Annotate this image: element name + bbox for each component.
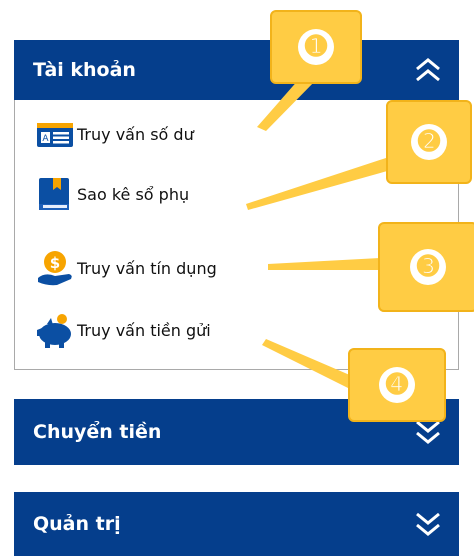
menu-item-balance-inquiry[interactable]: A Truy vấn số dư — [35, 114, 194, 154]
callout-number: ➍ — [379, 367, 415, 403]
callout-number: ➌ — [410, 249, 446, 285]
id-card-icon: A — [37, 123, 73, 147]
coin-hand-icon: $ — [38, 251, 72, 286]
transfer-section-title: Chuyển tiền — [33, 421, 162, 443]
callout-badge-4: ➍ — [348, 348, 446, 422]
account-section-title: Tài khoản — [33, 59, 136, 81]
callout-number: ➋ — [411, 124, 447, 160]
callout-badge-3: ➌ — [378, 222, 474, 312]
account-section-header[interactable]: Tài khoản — [14, 40, 459, 100]
book-icon — [39, 178, 69, 210]
menu-item-sub-ledger-statement[interactable]: Sao kê sổ phụ — [35, 174, 189, 214]
menu-item-label: Truy vấn tiền gửi — [77, 320, 211, 340]
menu-item-credit-inquiry[interactable]: $ Truy vấn tín dụng — [35, 248, 217, 288]
chevron-down-double-icon[interactable] — [411, 509, 445, 539]
menu-item-label: Truy vấn số dư — [77, 124, 194, 144]
svg-text:$: $ — [50, 254, 60, 272]
menu-item-label: Sao kê sổ phụ — [77, 184, 190, 204]
menu-item-deposit-inquiry[interactable]: Truy vấn tiền gửi — [35, 310, 211, 350]
admin-section-title: Quản trị — [33, 513, 121, 535]
callout-badge-2: ➋ — [386, 100, 472, 184]
callout-badge-1: ➊ — [270, 10, 362, 84]
svg-text:A: A — [42, 134, 49, 144]
menu-item-label: Truy vấn tín dụng — [77, 258, 217, 278]
callout-number: ➊ — [298, 29, 334, 65]
chevron-up-double-icon[interactable] — [411, 55, 445, 85]
admin-section-header[interactable]: Quản trị — [14, 492, 459, 556]
piggy-bank-icon — [37, 314, 71, 348]
